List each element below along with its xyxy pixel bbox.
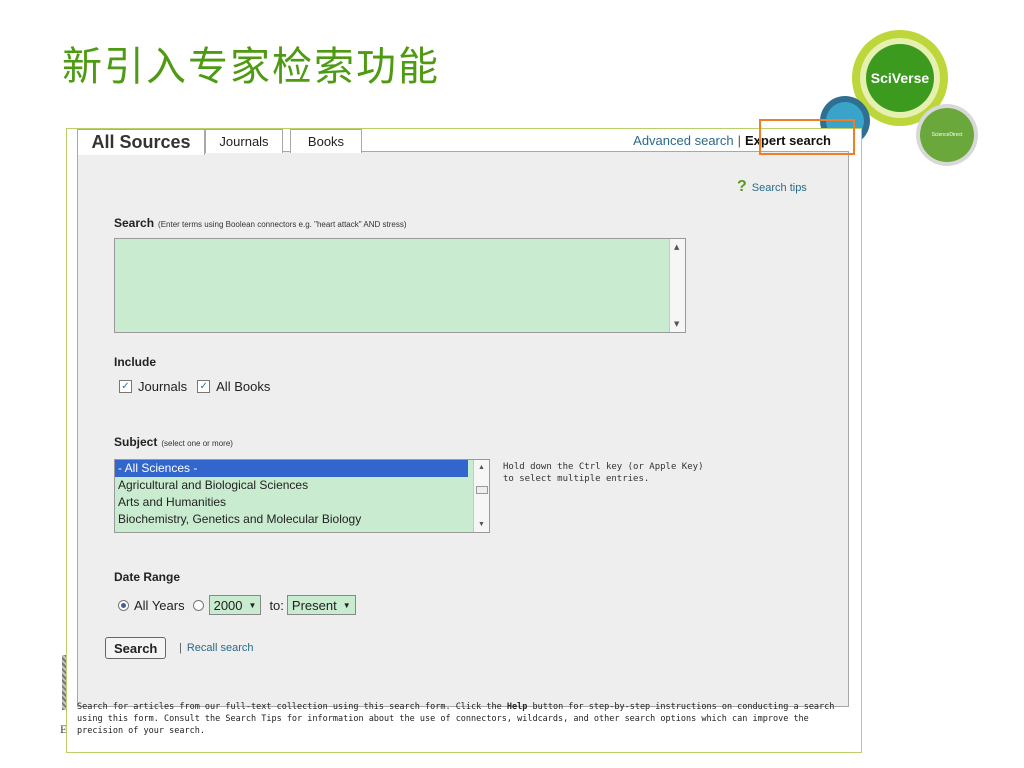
- subject-listbox[interactable]: - All Sciences - Agricultural and Biolog…: [114, 459, 490, 533]
- advanced-search-link[interactable]: Advanced search: [633, 133, 733, 148]
- search-tips-label: Search tips: [751, 182, 807, 194]
- sciencedirect-logo-text: ScienceDirect: [931, 132, 963, 138]
- subject-option[interactable]: - All Sciences -: [115, 460, 468, 477]
- search-tips-link[interactable]: ? Search tips: [737, 178, 807, 196]
- help-word: Help: [506, 702, 528, 712]
- all-books-checkbox[interactable]: ✓: [197, 380, 211, 393]
- subject-help-line: to select multiple entries.: [503, 474, 650, 484]
- tab-journals[interactable]: Journals: [205, 129, 283, 153]
- chevron-down-icon: ▼: [342, 600, 351, 610]
- search-label: Search (Enter terms using Boolean connect…: [114, 216, 407, 230]
- recall-search-link[interactable]: Recall search: [187, 642, 254, 654]
- date-range-controls: All Years 2000 ▼ to: Present ▼: [118, 595, 356, 615]
- scroll-down-icon[interactable]: ▼: [478, 521, 485, 528]
- subject-option[interactable]: Arts and Humanities: [115, 494, 468, 511]
- slide-title: 新引入专家检索功能: [62, 44, 440, 90]
- tab-all-sources[interactable]: All Sources: [77, 129, 205, 155]
- subject-option[interactable]: Biochemistry, Genetics and Molecular Bio…: [115, 511, 468, 528]
- scroll-down-icon[interactable]: ▼: [674, 320, 679, 328]
- all-years-radio[interactable]: [118, 599, 129, 611]
- journals-checkbox-label: Journals: [138, 379, 188, 394]
- search-label-text: Search: [114, 216, 155, 230]
- include-label: Include: [114, 355, 157, 369]
- form-instructions: Search for articles from our full-text c…: [77, 701, 857, 737]
- journals-checkbox[interactable]: ✓: [119, 380, 132, 393]
- sciverse-logo-text: SciVerse: [870, 70, 930, 86]
- search-panel: All Sources Journals Books Advanced sear…: [66, 119, 862, 753]
- include-options: ✓ Journals ✓ All Books: [119, 379, 270, 394]
- subject-option[interactable]: Agricultural and Biological Sciences: [115, 477, 468, 494]
- search-textarea[interactable]: ▲ ▼: [114, 238, 686, 333]
- subject-scrollbar[interactable]: ▲ ▼: [473, 460, 489, 532]
- subject-hint: (select one or more): [161, 439, 233, 448]
- textarea-scrollbar[interactable]: ▲ ▼: [669, 239, 685, 332]
- sciencedirect-logo: ScienceDirect: [916, 104, 978, 166]
- subject-help-text: Hold down the Ctrl key (or Apple Key) to…: [503, 461, 763, 485]
- search-form-box: [77, 151, 849, 707]
- subject-label-text: Subject: [114, 435, 158, 449]
- all-books-checkbox-label: All Books: [216, 379, 271, 394]
- from-year-value: 2000: [213, 597, 243, 613]
- to-label: to:: [269, 597, 284, 613]
- scroll-up-icon[interactable]: ▲: [478, 464, 485, 471]
- from-year-select[interactable]: 2000 ▼: [208, 595, 262, 615]
- scroll-thumb[interactable]: [476, 486, 488, 494]
- search-button[interactable]: Search: [105, 637, 167, 659]
- subject-label: Subject (select one or more): [114, 435, 233, 449]
- action-separator: |: [179, 642, 182, 654]
- year-range-radio[interactable]: [192, 599, 204, 611]
- scroll-up-icon[interactable]: ▲: [674, 243, 679, 251]
- tab-bar: All Sources Journals Books Advanced sear…: [77, 119, 855, 155]
- date-range-label: Date Range: [114, 570, 181, 584]
- expert-search-highlight: [759, 119, 855, 155]
- chevron-down-icon: ▼: [248, 600, 257, 610]
- instructions-text: Search for articles from our full-text c…: [77, 702, 507, 712]
- all-years-label: All Years: [134, 597, 185, 613]
- help-question-icon: ?: [737, 178, 747, 195]
- link-separator: |: [737, 133, 741, 148]
- search-hint: (Enter terms using Boolean connectors e.…: [158, 220, 407, 229]
- subject-help-line: Hold down the Ctrl key (or Apple Key): [503, 462, 704, 472]
- to-year-select[interactable]: Present ▼: [286, 595, 356, 615]
- tab-books[interactable]: Books: [290, 129, 362, 153]
- to-year-value: Present: [291, 597, 337, 613]
- recall-search-area: | Recall search: [179, 642, 254, 654]
